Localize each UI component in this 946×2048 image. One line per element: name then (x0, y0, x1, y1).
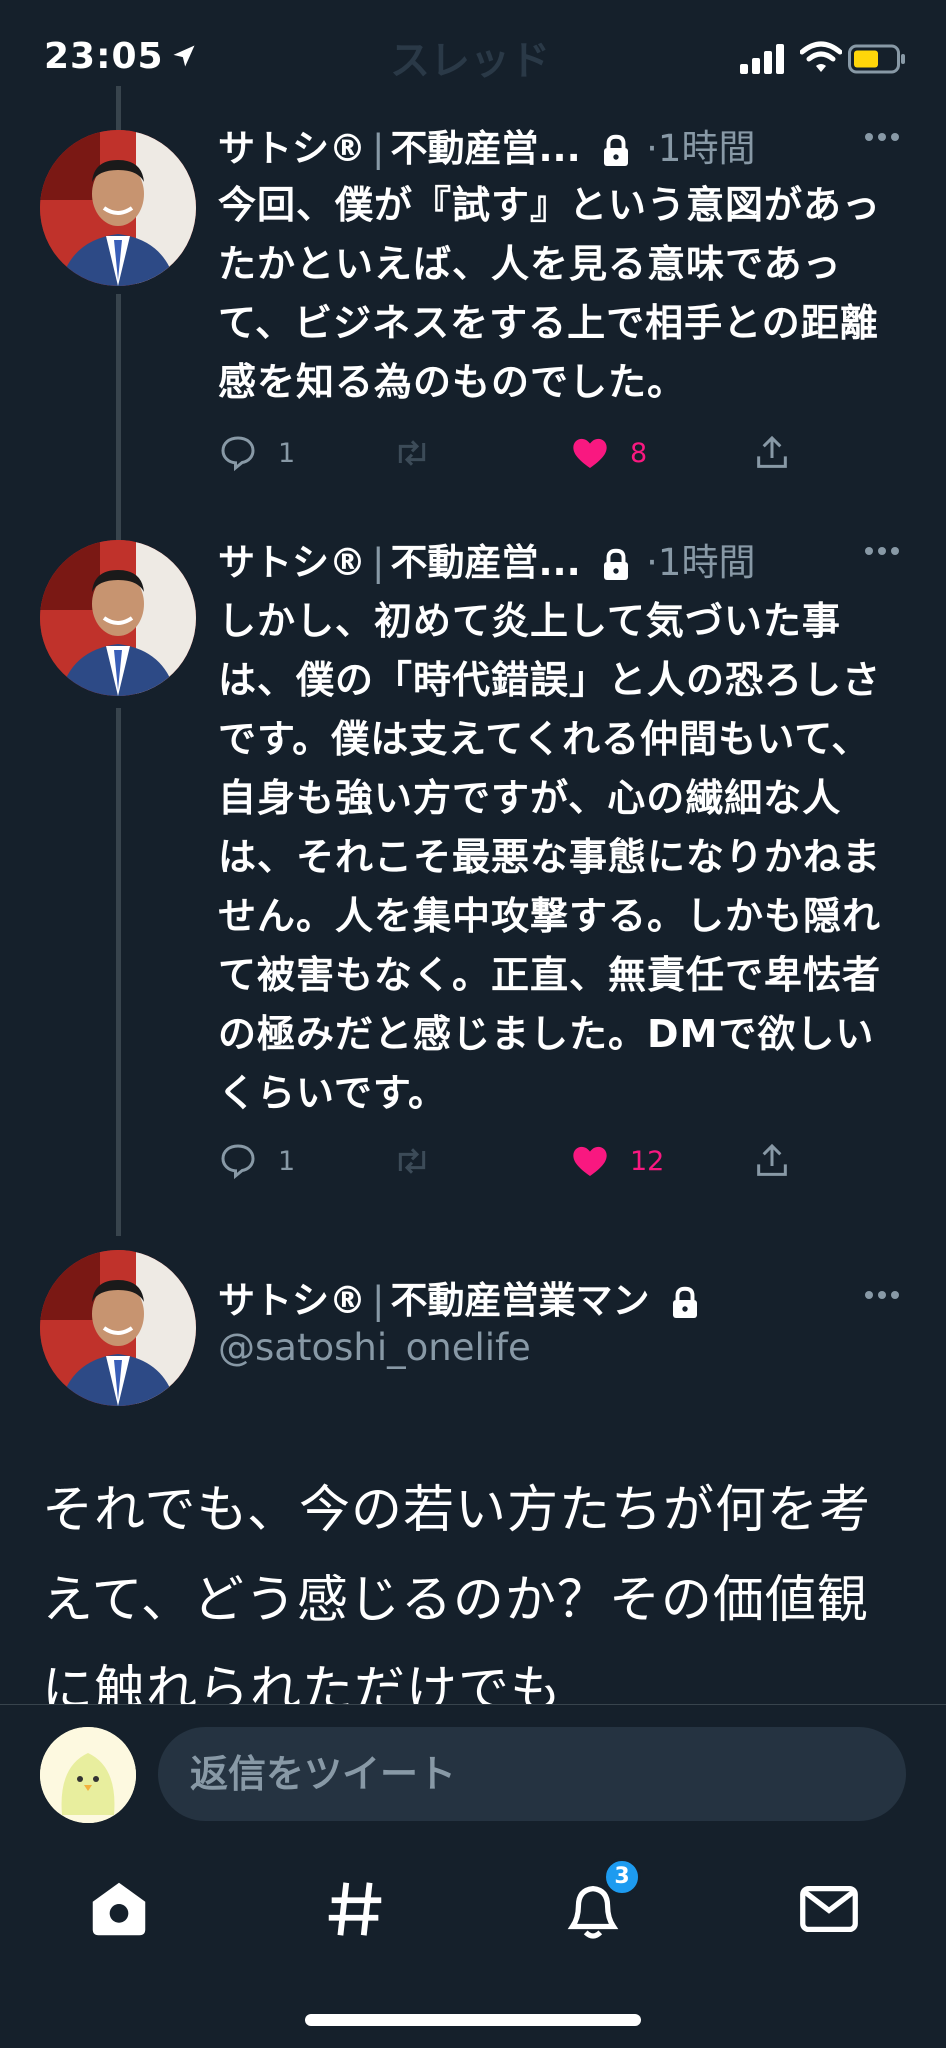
tab-messages[interactable] (794, 1874, 864, 1944)
more-options-icon[interactable] (864, 1290, 900, 1300)
avatar[interactable] (40, 1250, 196, 1406)
author-name[interactable]: サトシ® (218, 541, 366, 584)
retweet-icon (398, 1148, 426, 1174)
notification-badge: 3 (603, 1858, 641, 1896)
share-icon (757, 1143, 787, 1176)
cellular-signal-icon (740, 44, 784, 74)
author-name-suffix[interactable]: 不動産営... (390, 127, 580, 170)
tweet-actions: 1 12 (218, 1136, 908, 1186)
lock-icon (673, 1286, 698, 1318)
heart-icon (573, 438, 607, 468)
like-button[interactable]: 8 (570, 428, 647, 478)
retweet-icon (398, 440, 426, 466)
tweet-actions: 1 8 (218, 428, 908, 478)
home-icon (92, 1882, 146, 1936)
reply-icon (221, 1144, 255, 1180)
author-name-suffix[interactable]: 不動産営業マン (390, 1279, 649, 1322)
reply-button[interactable]: 1 (218, 428, 295, 478)
more-options-icon[interactable] (864, 546, 900, 556)
my-avatar[interactable] (40, 1727, 136, 1823)
reply-icon (221, 436, 255, 472)
tweet-header: サトシ® | 不動産営... ·1時間 (218, 118, 755, 174)
hashtag-icon (328, 1882, 382, 1936)
tweet-header: サトシ® | 不動産営業マン (218, 1270, 703, 1326)
home-indicator[interactable] (305, 2014, 641, 2026)
tab-explore[interactable] (320, 1874, 390, 1944)
retweet-button[interactable] (392, 1136, 432, 1186)
name-separator: | (372, 1279, 385, 1322)
avatar[interactable] (40, 130, 196, 286)
tweet-thread-screen: スレッド 23:05 サトシ® | 不動産営... ·1時間 今回、僕が『試す』… (0, 0, 946, 2048)
thread-tweet[interactable]: サトシ® | 不動産営... ·1時間 しかし、初めて炎上して気づいた事は、僕の「時… (0, 532, 946, 1212)
reply-input[interactable] (158, 1727, 906, 1821)
heart-icon (573, 1146, 607, 1176)
author-name[interactable]: サトシ® (218, 127, 366, 170)
author-name-suffix[interactable]: 不動産営... (390, 541, 580, 584)
author-name[interactable]: サトシ® (218, 1279, 366, 1322)
name-separator: | (372, 127, 385, 170)
header-title: スレッド (390, 38, 550, 84)
name-separator: | (372, 541, 385, 584)
thread-tweet[interactable]: サトシ® | 不動産営... ·1時間 今回、僕が『試す』という意図があったかといえ… (0, 118, 946, 498)
location-arrow-icon (173, 45, 195, 67)
retweet-button[interactable] (392, 428, 432, 478)
author-handle[interactable]: @satoshi_onelife (218, 1326, 531, 1369)
status-time: 23:05 (44, 36, 164, 77)
reply-count: 1 (278, 1145, 296, 1177)
share-button[interactable] (752, 1136, 792, 1186)
like-button[interactable]: 12 (570, 1136, 664, 1186)
like-count: 8 (630, 437, 648, 469)
tweet-text: しかし、初めて炎上して気づいた事は、僕の「時代錯誤」と人の恐ろしさです。僕は支え… (218, 599, 882, 1115)
wifi-icon (800, 41, 842, 72)
tab-home[interactable] (84, 1874, 154, 1944)
avatar[interactable] (40, 540, 196, 696)
reply-count: 1 (278, 437, 296, 469)
share-button[interactable] (752, 428, 792, 478)
main-tweet-text: それでも、今の若い方たちが何を考えて、どう感じるのか？その価値観に触れられただけ… (42, 1481, 871, 1720)
more-options-icon[interactable] (864, 132, 900, 142)
main-tweet: サトシ® | 不動産営業マン @satoshi_onelife (0, 1250, 946, 1406)
mail-icon (800, 1885, 858, 1933)
tweet-time: ·1時間 (646, 541, 756, 584)
reply-button[interactable]: 1 (218, 1136, 295, 1186)
tweet-time: ·1時間 (646, 127, 756, 170)
lock-icon (604, 548, 629, 580)
tweet-header: サトシ® | 不動産営... ·1時間 (218, 532, 755, 588)
like-count: 12 (630, 1145, 665, 1177)
status-bar: スレッド 23:05 (0, 0, 946, 118)
lock-icon (604, 134, 629, 166)
battery-icon (848, 44, 905, 74)
tweet-text: 今回、僕が『試す』という意図があったかといえば、人を見る意味であって、ビジネスを… (218, 183, 882, 404)
reply-bar (0, 1704, 946, 1836)
share-icon (757, 435, 787, 468)
